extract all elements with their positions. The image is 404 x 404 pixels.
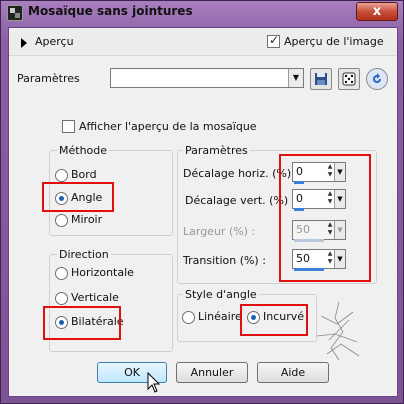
apercu-label[interactable]: Aperçu <box>35 35 74 48</box>
parametres-title: Paramètres <box>183 144 250 157</box>
reset-button[interactable] <box>366 68 388 90</box>
title-bar: Mosaïque sans jointures x <box>1 1 403 25</box>
width-label: Largeur (%) : <box>183 225 256 238</box>
highlight-angle <box>42 182 114 212</box>
radio-lineaire[interactable] <box>182 311 195 324</box>
highlight-bilaterale <box>43 306 121 340</box>
dice-icon <box>342 72 356 86</box>
save-preset-button[interactable] <box>310 68 332 90</box>
decorative-sketch <box>316 301 360 361</box>
methode-title: Méthode <box>57 144 110 157</box>
radio-lineaire-label[interactable]: Linéaire <box>198 310 242 323</box>
close-button[interactable]: x <box>356 2 398 21</box>
floppy-disk-icon <box>315 73 327 85</box>
expand-arrow-icon[interactable] <box>21 38 27 48</box>
presets-combo[interactable]: ▼ <box>110 68 304 88</box>
help-button[interactable]: Aide <box>257 362 329 383</box>
mosaic-preview-checkbox[interactable] <box>62 120 75 133</box>
cancel-button[interactable]: Annuler <box>176 362 248 383</box>
radio-bord[interactable] <box>55 169 68 182</box>
mouse-cursor-icon <box>147 372 161 393</box>
radio-horizontale[interactable] <box>55 267 68 280</box>
presets-label: Paramètres <box>17 72 80 85</box>
mosaic-preview-label[interactable]: Afficher l'aperçu de la mosaïque <box>79 120 257 133</box>
app-icon <box>7 5 23 21</box>
reset-arrow-icon <box>373 73 381 83</box>
apercu-image-checkbox[interactable] <box>267 33 280 48</box>
radio-miroir-label[interactable]: Miroir <box>71 213 102 226</box>
randomize-button[interactable] <box>338 68 360 90</box>
dialog-client: Aperçu Aperçu de l'image Paramètres ▼ <box>8 27 398 397</box>
radio-verticale-label[interactable]: Verticale <box>71 291 119 304</box>
highlight-incurve <box>240 304 308 336</box>
transition-label: Transition (%) : <box>183 254 266 267</box>
radio-verticale[interactable] <box>55 292 68 305</box>
chevron-down-icon[interactable]: ▼ <box>288 69 303 87</box>
apercu-image-label[interactable]: Aperçu de l'image <box>284 35 384 48</box>
dialog-window: Mosaïque sans jointures x Aperçu Aperçu … <box>0 0 404 404</box>
radio-horizontale-label[interactable]: Horizontale <box>71 266 134 279</box>
radio-miroir[interactable] <box>55 214 68 227</box>
highlight-parameters <box>279 154 371 282</box>
window-title: Mosaïque sans jointures <box>28 4 193 18</box>
direction-title: Direction <box>57 248 111 261</box>
style-angle-title: Style d'angle <box>183 288 259 301</box>
radio-bord-label[interactable]: Bord <box>71 168 97 181</box>
